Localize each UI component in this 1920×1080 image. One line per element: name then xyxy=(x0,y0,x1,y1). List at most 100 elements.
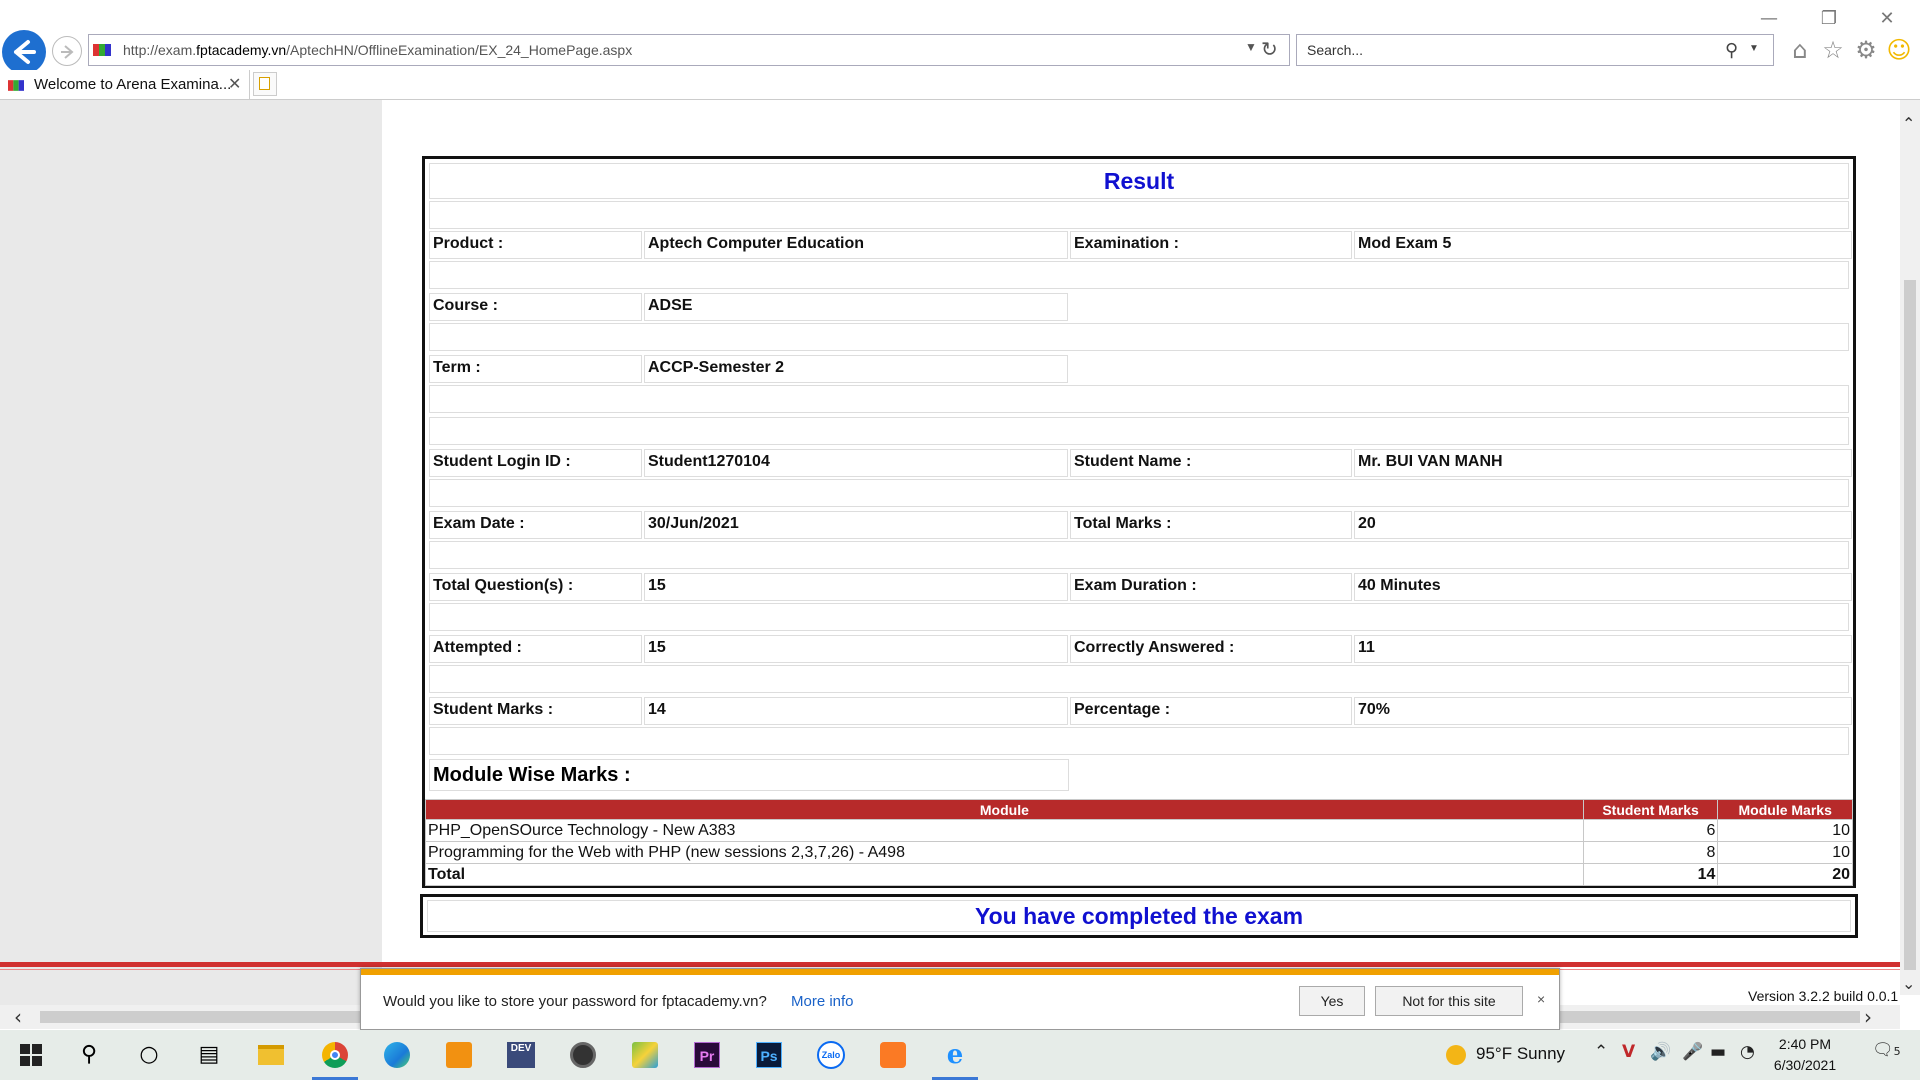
result-panel: Result Product : Aptech Computer Educati… xyxy=(422,156,1856,888)
notification-center-icon[interactable]: 🗨5 xyxy=(1872,1040,1901,1060)
correctly-answered-label: Correctly Answered : xyxy=(1070,635,1352,663)
wifi-icon[interactable]: ◔ xyxy=(1740,1042,1755,1062)
chevron-down-icon[interactable]: ▼ xyxy=(1245,40,1257,54)
taskbar: ⚲ ○ ▤ DEV Pr Ps Zalo e 95°F Sunny ⌃ V 🔊 … xyxy=(0,1030,1920,1080)
course-value: ADSE xyxy=(644,293,1068,321)
search-icon[interactable]: ⚲ xyxy=(1725,40,1738,61)
refresh-icon[interactable]: ↻ xyxy=(1261,37,1278,62)
zalo-icon[interactable]: Zalo xyxy=(817,1041,845,1069)
student-marks-cell: 6 xyxy=(1582,819,1719,842)
obs-icon[interactable] xyxy=(570,1042,596,1068)
spacer-row xyxy=(429,541,1849,569)
prompt-accent-bar xyxy=(361,969,1559,975)
student-login-id-label: Student Login ID : xyxy=(429,449,642,477)
attempted-label: Attempted : xyxy=(429,635,642,663)
start-windows-icon[interactable] xyxy=(14,1039,48,1071)
version-text: Version 3.2.2 build 0.0.1 xyxy=(1748,988,1899,1004)
result-title: Result xyxy=(429,163,1849,199)
product-value: Aptech Computer Education xyxy=(644,231,1068,259)
cortana-icon[interactable]: ○ xyxy=(132,1039,166,1071)
chevron-up-icon[interactable]: ⌃ xyxy=(1594,1042,1608,1062)
module-name-cell: PHP_OpenSOurce Technology - New A383 xyxy=(425,819,1584,842)
student-marks-label: Student Marks : xyxy=(429,697,642,725)
clock-date[interactable]: 6/30/2021 xyxy=(1760,1057,1850,1073)
weather-sun-icon xyxy=(1446,1045,1466,1065)
browser-tab[interactable]: Welcome to Arena Examina... ✕ xyxy=(0,70,250,100)
search-icon[interactable]: ⚲ xyxy=(72,1039,106,1071)
prompt-question: Would you like to store your password fo… xyxy=(383,993,767,1010)
table-row: PHP_OpenSOurce Technology - New A383 6 1… xyxy=(425,819,1853,842)
notification-count: 5 xyxy=(1893,1045,1901,1058)
student-name-value: Mr. BUI VAN MANH xyxy=(1354,449,1852,477)
microphone-icon[interactable]: 🎤 xyxy=(1682,1042,1703,1062)
chrome-icon[interactable] xyxy=(322,1042,348,1068)
file-explorer-icon[interactable] xyxy=(258,1045,284,1065)
total-marks-label: Total Marks : xyxy=(1070,511,1352,539)
course-label: Course : xyxy=(429,293,642,321)
module-marks-cell: 10 xyxy=(1717,841,1853,864)
scroll-up-icon[interactable]: ⌃ xyxy=(1902,114,1915,133)
speaker-icon[interactable]: 🔊 xyxy=(1650,1042,1671,1062)
close-window-button[interactable]: ✕ xyxy=(1864,6,1910,32)
search-dropdown-icon[interactable]: ▼ xyxy=(1749,43,1759,54)
home-icon[interactable]: ⌂ xyxy=(1786,36,1814,64)
correctly-answered-value: 11 xyxy=(1354,635,1852,663)
close-icon[interactable]: × xyxy=(1537,991,1545,1007)
favorites-star-icon[interactable]: ☆ xyxy=(1819,36,1847,64)
photoshop-icon[interactable]: Ps xyxy=(756,1042,782,1068)
address-bar[interactable]: http://exam.fptacademy.vn/AptechHN/Offli… xyxy=(88,34,1290,66)
student-marks-cell: 8 xyxy=(1582,841,1719,864)
spacer-row xyxy=(429,665,1849,693)
spacer-row xyxy=(429,417,1849,445)
total-questions-label: Total Question(s) : xyxy=(429,573,642,601)
sublime-text-icon[interactable] xyxy=(446,1042,472,1068)
vertical-scrollbar[interactable]: ⌃ ⌄ xyxy=(1900,100,1920,995)
feedback-smiley-icon[interactable]: ☺ xyxy=(1885,36,1913,64)
dev-cpp-icon[interactable]: DEV xyxy=(507,1042,535,1068)
module-marks-column-header: Module Marks xyxy=(1717,799,1853,820)
url-text: http://exam.fptacademy.vn/AptechHN/Offli… xyxy=(123,42,633,58)
scroll-down-icon[interactable]: ⌄ xyxy=(1902,974,1915,993)
more-info-link[interactable]: More info xyxy=(791,993,854,1010)
scroll-right-icon[interactable]: › xyxy=(1864,1005,1872,1029)
premiere-icon[interactable]: Pr xyxy=(694,1042,720,1068)
exam-date-value: 30/Jun/2021 xyxy=(644,511,1068,539)
term-value: ACCP-Semester 2 xyxy=(644,355,1068,383)
task-view-icon[interactable]: ▤ xyxy=(192,1039,226,1071)
total-module-marks-cell: 20 xyxy=(1717,863,1853,886)
battery-icon[interactable]: ▬ xyxy=(1710,1042,1726,1062)
completion-panel: You have completed the exam xyxy=(420,894,1858,938)
exam-duration-label: Exam Duration : xyxy=(1070,573,1352,601)
search-box[interactable]: Search... ⚲ ▼ xyxy=(1296,34,1774,66)
student-name-label: Student Name : xyxy=(1070,449,1352,477)
weather-text[interactable]: 95°F Sunny xyxy=(1476,1044,1565,1064)
search-input[interactable]: Search... xyxy=(1307,42,1363,58)
edge-icon[interactable] xyxy=(384,1042,410,1068)
forward-button[interactable] xyxy=(52,36,82,66)
percentage-label: Percentage : xyxy=(1070,697,1352,725)
examination-value: Mod Exam 5 xyxy=(1354,231,1852,259)
completion-message: You have completed the exam xyxy=(427,900,1851,932)
minimize-button[interactable]: — xyxy=(1746,6,1792,32)
gear-icon[interactable]: ⚙ xyxy=(1852,36,1880,64)
restore-button[interactable]: ❐ xyxy=(1806,6,1852,32)
antivirus-icon[interactable]: V xyxy=(1622,1042,1635,1062)
not-for-this-site-button[interactable]: Not for this site xyxy=(1375,986,1523,1016)
yes-button[interactable]: Yes xyxy=(1299,986,1365,1016)
internet-explorer-icon[interactable]: e xyxy=(942,1042,968,1068)
tab-title: Welcome to Arena Examina... xyxy=(34,76,232,93)
clock-time[interactable]: 2:40 PM xyxy=(1760,1036,1850,1052)
total-marks-value: 20 xyxy=(1354,511,1852,539)
scroll-left-icon[interactable]: ‹ xyxy=(14,1005,22,1029)
new-tab-button[interactable] xyxy=(253,72,277,96)
student-marks-value: 14 xyxy=(644,697,1068,725)
module-wise-marks-heading: Module Wise Marks : xyxy=(429,759,1069,791)
vertical-scroll-thumb[interactable] xyxy=(1904,280,1916,970)
back-button[interactable] xyxy=(2,30,46,74)
module-name-cell: Programming for the Web with PHP (new se… xyxy=(425,841,1584,864)
tab-close-icon[interactable]: ✕ xyxy=(228,74,241,94)
exam-duration-value: 40 Minutes xyxy=(1354,573,1852,601)
xampp-icon[interactable] xyxy=(880,1042,906,1068)
xmind-icon[interactable] xyxy=(632,1042,658,1068)
term-label: Term : xyxy=(429,355,642,383)
